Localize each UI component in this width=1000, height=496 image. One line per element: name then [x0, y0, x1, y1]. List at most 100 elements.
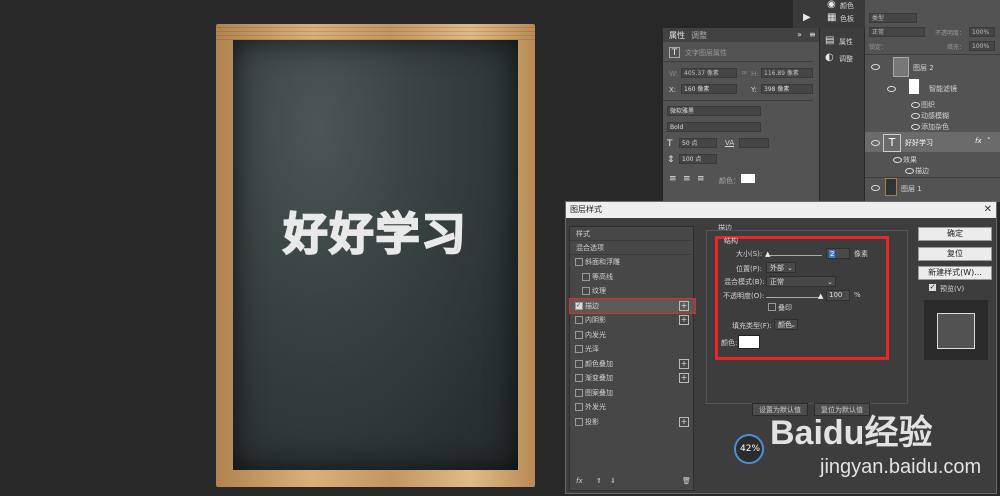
add-style-icon[interactable]: + — [679, 300, 689, 311]
style-checkbox[interactable] — [575, 359, 583, 368]
blend-mode-select[interactable]: 正常 ⌄ — [766, 276, 836, 287]
layer-name[interactable]: 图层 1 — [901, 184, 922, 194]
x-field[interactable]: 160 像素 — [681, 84, 737, 94]
stroke-effect-label[interactable]: 描边 — [915, 166, 929, 176]
style-item[interactable]: 等高线 — [570, 270, 695, 284]
style-item[interactable]: 斜面和浮雕 — [570, 255, 695, 269]
swatch-tab[interactable]: 色板 — [840, 14, 854, 24]
text-color-swatch[interactable] — [741, 174, 755, 183]
ok-button[interactable]: 确定 — [918, 227, 992, 241]
eye-icon[interactable] — [871, 64, 880, 70]
scale-field[interactable]: 100 点 — [679, 154, 717, 164]
preview-checkbox[interactable]: ✓ — [929, 284, 936, 291]
style-checkbox[interactable] — [575, 345, 583, 353]
close-icon[interactable]: ✕ — [984, 204, 992, 215]
style-item[interactable]: 外发光 — [570, 400, 695, 414]
dock-adjust[interactable]: 调整 — [839, 54, 853, 64]
opacity-field[interactable]: 100 — [826, 290, 850, 301]
add-style-icon[interactable]: + — [679, 416, 689, 427]
adjust-dock-icon[interactable]: ◐ — [825, 53, 834, 63]
style-checkbox[interactable] — [582, 287, 590, 295]
filter-name[interactable]: 添加杂色 — [921, 122, 949, 132]
eye-icon[interactable] — [911, 124, 920, 130]
color-icon[interactable]: ◉ — [827, 0, 836, 10]
fx-menu-icon[interactable]: fx — [576, 477, 583, 485]
style-checkbox[interactable] — [575, 316, 583, 324]
style-checkbox[interactable] — [575, 258, 583, 266]
style-checkbox[interactable] — [575, 374, 583, 382]
style-item[interactable]: 内发光 — [570, 328, 695, 342]
font-family-select[interactable]: 微软雅黑 — [667, 106, 761, 116]
style-item[interactable]: 渐变叠加 + — [570, 371, 695, 385]
size-field[interactable]: 2 — [826, 248, 850, 259]
font-style-select[interactable]: Bold — [667, 122, 761, 132]
properties-dock-icon[interactable]: ▤ — [825, 36, 834, 46]
collapse-arrow-icon[interactable]: ˄ — [987, 137, 991, 145]
styles-header[interactable]: 样式 — [570, 227, 695, 241]
move-down-icon[interactable]: ⇓ — [610, 477, 616, 485]
blend-options-item[interactable]: 混合选项 — [570, 241, 695, 255]
opacity-slider-track[interactable] — [766, 297, 822, 298]
style-item[interactable]: 图案叠加 — [570, 386, 695, 400]
opacity-slider-thumb[interactable]: ▲ — [818, 292, 823, 300]
blend-mode-select[interactable]: 正常 — [869, 27, 925, 37]
fill-type-select[interactable]: 颜色 ⌄ — [774, 319, 798, 330]
h-field[interactable]: 116.89 像素 — [761, 68, 813, 78]
align-center-icon[interactable]: ≡ — [683, 174, 691, 184]
eye-icon[interactable] — [887, 86, 896, 92]
add-style-icon[interactable]: + — [679, 373, 689, 383]
align-right-icon[interactable]: ≡ — [697, 174, 705, 184]
w-field[interactable]: 405.37 像素 — [681, 68, 737, 78]
style-checkbox[interactable] — [575, 417, 583, 426]
style-item[interactable]: 投影 + — [570, 415, 695, 429]
size-slider-thumb[interactable]: ▲ — [765, 250, 770, 258]
new-style-button[interactable]: 新建样式(W)... — [918, 266, 992, 280]
style-item[interactable]: 颜色叠加 + — [570, 357, 695, 371]
tab-adjust[interactable]: 调整 — [691, 30, 707, 41]
eye-icon[interactable] — [911, 102, 920, 108]
collapse-icon[interactable]: » — [797, 30, 802, 39]
link-icon[interactable]: ∞ — [741, 68, 748, 78]
tracking-field[interactable] — [739, 138, 769, 148]
dock-properties[interactable]: 属性 — [839, 37, 853, 47]
y-field[interactable]: 398 像素 — [761, 84, 813, 94]
add-style-icon[interactable]: + — [679, 358, 689, 369]
style-checkbox[interactable]: ✓ — [575, 301, 583, 310]
reset-button[interactable]: 复位 — [918, 247, 992, 261]
style-checkbox[interactable] — [575, 403, 583, 411]
effects-label[interactable]: 效果 — [903, 155, 917, 165]
position-select[interactable]: 外部 ⌄ — [766, 262, 796, 273]
style-item[interactable]: 纹理 — [570, 284, 695, 298]
overprint-checkbox[interactable] — [768, 303, 776, 311]
color-tab[interactable]: 颜色 — [840, 1, 854, 11]
align-left-icon[interactable]: ≡ — [669, 174, 677, 184]
add-style-icon[interactable]: + — [679, 315, 689, 325]
filter-name[interactable]: 图织 — [921, 100, 935, 110]
layer-name[interactable]: 图层 2 — [913, 63, 934, 73]
style-checkbox[interactable] — [575, 388, 583, 397]
play-icon[interactable]: ▶ — [803, 13, 811, 23]
font-size-field[interactable]: 50 点 — [679, 138, 717, 148]
eye-icon[interactable] — [871, 185, 880, 191]
eye-icon[interactable] — [905, 168, 914, 174]
style-item[interactable]: ✓ 描边 + — [569, 297, 696, 314]
style-item[interactable]: 内阴影 + — [570, 313, 695, 327]
eye-icon[interactable] — [893, 157, 902, 163]
style-item[interactable]: 光泽 — [570, 342, 695, 356]
style-checkbox[interactable] — [575, 330, 583, 339]
eye-icon[interactable] — [911, 113, 920, 119]
menu-icon[interactable]: ≡ — [809, 30, 816, 39]
eye-icon[interactable] — [871, 140, 880, 146]
move-up-icon[interactable]: ⇑ — [596, 477, 602, 485]
layer-name[interactable]: 智能滤镜 — [929, 84, 957, 94]
kind-filter[interactable]: 类型 — [869, 13, 917, 23]
tab-properties[interactable]: 属性 — [669, 30, 685, 41]
layer-name[interactable]: 好好学习 — [905, 138, 933, 148]
fill-field[interactable]: 100% — [969, 41, 995, 51]
filter-name[interactable]: 动感模糊 — [921, 111, 949, 121]
swatch-icon[interactable]: ▦ — [827, 13, 836, 23]
opacity-field[interactable]: 100% — [969, 27, 995, 37]
stroke-color-swatch[interactable] — [738, 335, 760, 349]
fx-icon[interactable]: fx — [975, 137, 982, 145]
trash-icon[interactable]: 🗑 — [682, 477, 691, 485]
